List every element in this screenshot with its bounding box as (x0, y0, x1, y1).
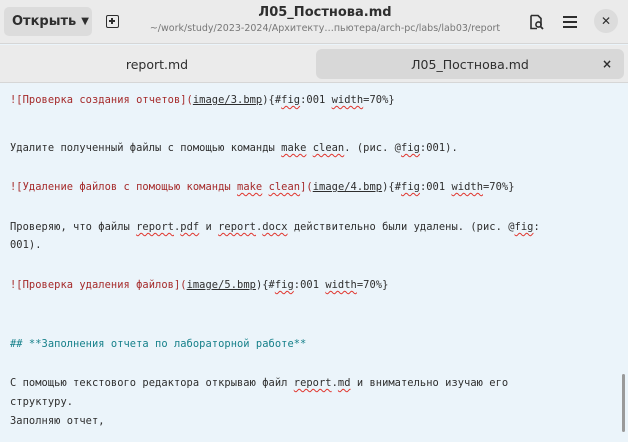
editor-line: ![Проверка удаления файлов](image/5.bmp)… (10, 279, 389, 291)
window-title: Л05_Постнова.md ~/work/study/2023-2024/А… (140, 4, 510, 36)
plus-box-icon (106, 15, 119, 28)
new-tab-button[interactable] (99, 7, 126, 36)
document-search-button[interactable] (523, 9, 549, 35)
hamburger-menu-icon (563, 16, 577, 28)
editor-line: С помощью текстового редактора открываю … (10, 377, 509, 389)
open-button-label: Открыть (12, 14, 77, 29)
editor-line: Удалите полученный файлы с помощью коман… (10, 142, 458, 154)
editor-line: 001). (10, 239, 42, 251)
editor-line: Заполняю отчет, (10, 415, 105, 427)
tab-bar: report.md Л05_Постнова.md × (0, 45, 628, 83)
close-icon: ✕ (600, 14, 612, 28)
file-title: Л05_Постнова.md (258, 5, 392, 20)
editor-line: Проверяю, что файлы report.pdf и report.… (10, 221, 540, 233)
editor-heading-line: ## **Заполнения отчета по лабораторной р… (10, 338, 307, 350)
editor-line: ![Проверка создания отчетов](image/3.bmp… (10, 94, 395, 106)
main-menu-button[interactable] (557, 9, 583, 35)
tab-report-md[interactable]: report.md (4, 49, 310, 79)
header-bar: Открыть ▼ Л05_Постнова.md ~/work/study/2… (0, 0, 628, 44)
editor-line: ![Удаление файлов с помощью команды make… (10, 181, 515, 193)
tab-label: Л05_Постнова.md (411, 56, 529, 72)
editor-line: структуру. (10, 396, 74, 408)
file-path: ~/work/study/2023-2024/Архитекту…пьютера… (149, 23, 501, 34)
tab-close-icon[interactable]: × (602, 57, 612, 71)
text-editor[interactable]: ![Проверка создания отчетов](image/3.bmp… (0, 84, 628, 442)
tab-label: report.md (125, 56, 189, 72)
window-close-button[interactable]: ✕ (594, 9, 618, 33)
caret-down-icon: ▼ (81, 16, 89, 27)
vertical-scrollbar[interactable] (622, 374, 625, 432)
open-button[interactable]: Открыть ▼ (4, 7, 92, 36)
document-search-icon (530, 14, 544, 30)
tab-l05-postnova-md[interactable]: Л05_Постнова.md × (316, 49, 624, 79)
